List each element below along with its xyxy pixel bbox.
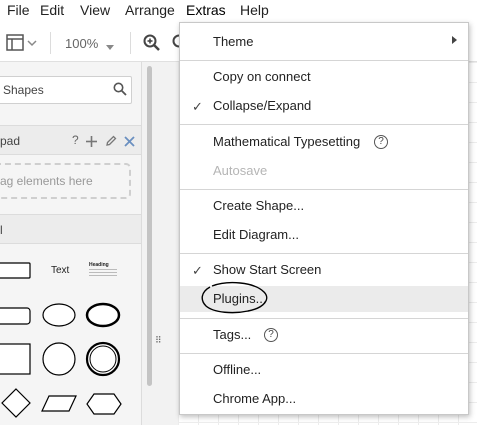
shape-thick-ellipse[interactable]	[85, 302, 121, 328]
shape-palette	[0, 262, 122, 418]
scratchpad-drop-zone[interactable]: ag elements here	[0, 163, 131, 199]
shape-square[interactable]	[0, 343, 31, 375]
menu-item-chrome-app[interactable]: Chrome App...	[180, 386, 468, 412]
checkmark-icon: ✓	[192, 263, 203, 278]
menu-item-collapse-expand[interactable]: ✓ Collapse/Expand	[180, 93, 468, 119]
menu-arrange[interactable]: Arrange	[125, 2, 175, 18]
edit-pencil-icon[interactable]	[105, 134, 117, 152]
menu-separator	[180, 60, 468, 61]
shape-heading[interactable]: Heading	[89, 262, 109, 268]
shape-text[interactable]: Text	[51, 265, 69, 276]
shape-diamond[interactable]	[1, 388, 31, 418]
menu-item-autosave-label: Autosave	[213, 163, 268, 178]
menu-view[interactable]: View	[80, 2, 110, 18]
add-icon[interactable]	[86, 134, 97, 152]
menu-item-show-start-screen-label: Show Start Screen	[213, 262, 322, 277]
sidebar-scrollbar[interactable]	[147, 66, 152, 386]
menu-item-copy-on-connect[interactable]: Copy on connect	[180, 64, 468, 90]
shape-rectangle[interactable]	[0, 262, 31, 279]
shape-rounded-rectangle[interactable]	[0, 307, 31, 325]
menu-bar: File Edit View Arrange Extras Help	[0, 0, 477, 22]
splitter-handle[interactable]: ⠿	[155, 335, 162, 346]
scratchpad-title: pad	[0, 134, 21, 148]
shape-search-placeholder: Shapes	[3, 83, 44, 97]
menu-separator	[180, 189, 468, 190]
toolbar-divider	[130, 32, 131, 54]
menu-item-theme[interactable]: Theme	[180, 29, 468, 55]
menu-separator	[180, 124, 468, 125]
menu-item-offline-label: Offline...	[213, 362, 262, 377]
menu-item-create-shape[interactable]: Create Shape...	[180, 193, 468, 219]
help-icon[interactable]: ?	[374, 135, 388, 149]
general-shapes-header[interactable]: l	[0, 214, 141, 244]
menu-item-math-typesetting-label: Mathematical Typesetting	[213, 134, 361, 149]
menu-item-theme-label: Theme	[213, 34, 254, 49]
menu-item-copy-on-connect-label: Copy on connect	[213, 69, 311, 84]
general-section-title: l	[0, 223, 3, 237]
scratchpad-header[interactable]: pad ?	[0, 125, 141, 155]
shape-circle[interactable]	[42, 342, 76, 376]
menu-item-show-start-screen[interactable]: ✓ Show Start Screen	[180, 257, 468, 283]
menu-file[interactable]: File	[7, 2, 30, 18]
menu-item-chrome-app-label: Chrome App...	[213, 391, 297, 406]
search-icon[interactable]	[113, 82, 127, 101]
shapes-sidebar: Shapes pad ? ag elements here l Text Hea…	[0, 62, 142, 425]
checkmark-icon: ✓	[192, 99, 203, 114]
shape-ellipse[interactable]	[42, 303, 76, 327]
scratchpad-help-icon[interactable]: ?	[72, 133, 79, 147]
submenu-arrow-icon	[452, 36, 457, 44]
toolbar-divider	[50, 32, 51, 54]
menu-extras[interactable]: Extras	[186, 2, 226, 18]
extras-menu: Theme Copy on connect ✓ Collapse/Expand …	[179, 22, 469, 415]
menu-item-collapse-expand-label: Collapse/Expand	[213, 98, 312, 113]
menu-item-tags-label: Tags...	[213, 327, 252, 342]
menu-item-tags[interactable]: Tags... ?	[180, 322, 468, 348]
menu-item-edit-diagram[interactable]: Edit Diagram...	[180, 222, 468, 248]
shape-heading-lines	[89, 269, 117, 277]
menu-separator	[180, 318, 468, 319]
menu-item-edit-diagram-label: Edit Diagram...	[213, 227, 299, 242]
menu-separator	[180, 353, 468, 354]
drop-zone-hint: ag elements here	[0, 174, 93, 188]
menu-separator	[180, 253, 468, 254]
menu-item-math-typesetting[interactable]: Mathematical Typesetting ?	[180, 129, 468, 155]
menu-item-plugins-label: Plugins...	[213, 291, 267, 306]
shape-parallelogram[interactable]	[41, 395, 77, 412]
zoom-dropdown-icon[interactable]	[105, 39, 115, 57]
close-icon[interactable]	[124, 134, 135, 152]
menu-item-plugins[interactable]: Plugins...	[180, 286, 468, 312]
menu-edit[interactable]: Edit	[40, 2, 64, 18]
menu-item-offline[interactable]: Offline...	[180, 357, 468, 383]
zoom-value[interactable]: 100%	[65, 36, 98, 51]
shape-hexagon[interactable]	[86, 393, 122, 415]
menu-item-autosave: Autosave	[180, 158, 468, 184]
shape-search-input[interactable]: Shapes	[0, 76, 132, 104]
help-icon[interactable]: ?	[264, 328, 278, 342]
menu-item-create-shape-label: Create Shape...	[213, 198, 305, 213]
format-panel-icon[interactable]	[6, 33, 38, 58]
menu-help[interactable]: Help	[240, 2, 269, 18]
shape-double-circle[interactable]	[85, 341, 121, 377]
zoom-in-icon[interactable]	[143, 34, 161, 57]
